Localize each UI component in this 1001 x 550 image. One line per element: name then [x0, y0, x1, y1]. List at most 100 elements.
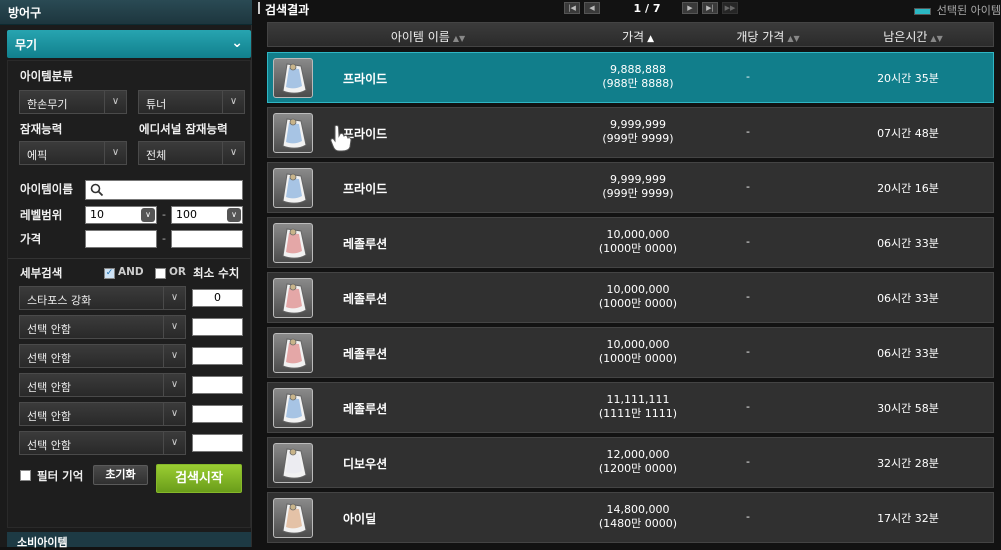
- price-min-input[interactable]: [85, 230, 157, 248]
- item-unit-price: -: [746, 180, 750, 193]
- detail-min-input[interactable]: 0: [192, 289, 243, 307]
- category-armor-header[interactable]: 방어구: [0, 0, 252, 25]
- sort-icon: ▲▼: [452, 34, 466, 43]
- result-row[interactable]: 레졸루션 11,111,111 (1111만 1111) - 30시간 58분: [267, 382, 994, 433]
- item-unit-price: -: [746, 345, 750, 358]
- detail-option-select[interactable]: 선택 안함 ∨: [19, 431, 186, 455]
- chevron-down-icon: ∨: [104, 142, 126, 164]
- price-label: 가격: [20, 232, 42, 246]
- item-name: 아이딜: [343, 512, 377, 526]
- legend-label: 선택된 아이템: [936, 4, 1001, 17]
- item-price-korean: (999만 9999): [602, 132, 674, 145]
- result-row[interactable]: 디보우션 12,000,000 (1200만 0000) - 32시간 28분: [267, 437, 994, 488]
- column-item-name[interactable]: 아이템 이름 ▲▼: [368, 28, 488, 45]
- detail-option-select[interactable]: 스타포스 강화 ∨: [19, 286, 186, 310]
- item-price-number: 9,888,888: [610, 63, 666, 76]
- column-price-label: 가격: [621, 30, 645, 44]
- item-unit-price: -: [746, 235, 750, 248]
- item-price-number: 9,999,999: [610, 118, 666, 131]
- cape-item-icon: [282, 118, 307, 149]
- chevron-down-icon: ∨: [163, 403, 185, 425]
- result-row[interactable]: 레졸루션 10,000,000 (1000만 0000) - 06시간 33분: [267, 272, 994, 323]
- reset-button[interactable]: 초기화: [93, 465, 148, 485]
- item-remaining-time: 17시간 32분: [877, 512, 939, 525]
- filter-panel: 아이템분류 한손무기 ∨ 튜너 ∨ 잠재능력 에디셔널 잠재능력 에픽 ∨ 전체…: [7, 60, 251, 528]
- item-remaining-time: 30시간 58분: [877, 402, 939, 415]
- column-price[interactable]: 가격 ▲: [573, 28, 703, 45]
- cape-item-icon: [282, 393, 307, 424]
- next-page-icon[interactable]: ▶: [682, 2, 698, 14]
- item-price: 9,999,999 (999만 9999): [568, 118, 708, 146]
- item-remaining-time: 32시간 28분: [877, 457, 939, 470]
- level-min-select[interactable]: 10 ∨: [85, 206, 157, 224]
- item-price-number: 9,999,999: [610, 173, 666, 186]
- detail-option-select[interactable]: 선택 안함 ∨: [19, 344, 186, 368]
- chevron-down-icon: ∨: [163, 374, 185, 396]
- detail-min-input[interactable]: [192, 434, 243, 452]
- column-unit-price-label: 개당 가격: [736, 30, 785, 44]
- filter-memory-checkbox[interactable]: [20, 470, 31, 481]
- detail-option-select[interactable]: 선택 안함 ∨: [19, 402, 186, 426]
- item-thumbnail: [273, 443, 313, 483]
- search-icon: [90, 183, 104, 197]
- first-page-icon[interactable]: |◀: [564, 2, 580, 14]
- last-page-icon[interactable]: ▶|: [702, 2, 718, 14]
- column-remaining-time[interactable]: 남은시간 ▲▼: [858, 28, 968, 45]
- result-row[interactable]: 프라이드 9,999,999 (999만 9999) - 07시간 48분: [267, 107, 994, 158]
- chevron-down-icon: ∨: [227, 208, 241, 222]
- results-panel: 검색결과 |◀ ◀ 1 / 7 ▶ ▶| ▶▶ 선택된 아이템 아이템 이름 ▲▼…: [257, 0, 1001, 547]
- or-checkbox[interactable]: [155, 268, 166, 279]
- detail-option-select[interactable]: 선택 안함 ∨: [19, 315, 186, 339]
- column-unit-price[interactable]: 개당 가격 ▲▼: [708, 28, 828, 45]
- item-subclass-value: 튜너: [146, 98, 167, 111]
- item-price-korean: (999만 9999): [602, 187, 674, 200]
- detail-option-value: 선택 안함: [27, 410, 71, 423]
- column-remaining-time-label: 남은시간: [883, 30, 928, 44]
- result-row[interactable]: 레졸루션 10,000,000 (1000만 0000) - 06시간 33분: [267, 327, 994, 378]
- chevron-down-icon: ∨: [163, 287, 185, 309]
- prev-page-icon[interactable]: ◀: [584, 2, 600, 14]
- chevron-down-icon: ⌄: [231, 35, 243, 51]
- item-price-number: 12,000,000: [606, 448, 670, 461]
- result-row[interactable]: 프라이드 9,888,888 (988만 8888) - 20시간 35분: [267, 52, 994, 103]
- column-item-name-label: 아이템 이름: [390, 30, 450, 44]
- potential-value: 에픽: [27, 149, 48, 162]
- item-name: 레졸루션: [343, 292, 388, 306]
- detail-option-value: 선택 안함: [27, 352, 71, 365]
- item-subclass-select[interactable]: 튜너 ∨: [138, 90, 245, 114]
- result-row[interactable]: 아이딜 14,800,000 (1480만 0000) - 17시간 32분: [267, 492, 994, 543]
- item-name-input[interactable]: [85, 180, 243, 200]
- potential-select[interactable]: 에픽 ∨: [19, 141, 127, 165]
- detail-min-input[interactable]: [192, 347, 243, 365]
- item-name: 레졸루션: [343, 402, 388, 416]
- item-class-select[interactable]: 한손무기 ∨: [19, 90, 127, 114]
- detail-option-select[interactable]: 선택 안함 ∨: [19, 373, 186, 397]
- detail-min-input[interactable]: [192, 376, 243, 394]
- result-row[interactable]: 레졸루션 10,000,000 (1000만 0000) - 06시간 33분: [267, 217, 994, 268]
- category-consumables-header[interactable]: 소비아이템: [7, 532, 251, 549]
- chevron-down-icon: ∨: [163, 316, 185, 338]
- additional-potential-select[interactable]: 전체 ∨: [138, 141, 245, 165]
- skip-forward-icon[interactable]: ▶▶: [722, 2, 738, 14]
- item-unit-price: -: [746, 70, 750, 83]
- detail-min-input[interactable]: [192, 405, 243, 423]
- item-unit-price: -: [746, 510, 750, 523]
- category-weapon-header[interactable]: 무기 ⌄: [7, 30, 251, 58]
- item-price: 9,999,999 (999만 9999): [568, 173, 708, 201]
- detail-option-value: 스타포스 강화: [27, 294, 92, 307]
- item-price-korean: (1480만 0000): [598, 517, 678, 530]
- search-start-button[interactable]: 검색시작: [156, 464, 242, 493]
- item-price-korean: (1111만 1111): [598, 407, 678, 420]
- and-checkbox[interactable]: ✓: [104, 268, 115, 279]
- results-table-header: 아이템 이름 ▲▼ 가격 ▲ 개당 가격 ▲▼ 남은시간 ▲▼: [267, 22, 994, 47]
- result-row[interactable]: 프라이드 9,999,999 (999만 9999) - 20시간 16분: [267, 162, 994, 213]
- item-thumbnail: [273, 388, 313, 428]
- page-indicator: 1 / 7: [633, 2, 661, 15]
- price-max-input[interactable]: [171, 230, 243, 248]
- item-thumbnail: [273, 223, 313, 263]
- detail-min-input[interactable]: [192, 318, 243, 336]
- and-label: AND: [118, 266, 144, 278]
- level-max-select[interactable]: 100 ∨: [171, 206, 243, 224]
- chevron-down-icon: ∨: [163, 345, 185, 367]
- item-unit-price: -: [746, 290, 750, 303]
